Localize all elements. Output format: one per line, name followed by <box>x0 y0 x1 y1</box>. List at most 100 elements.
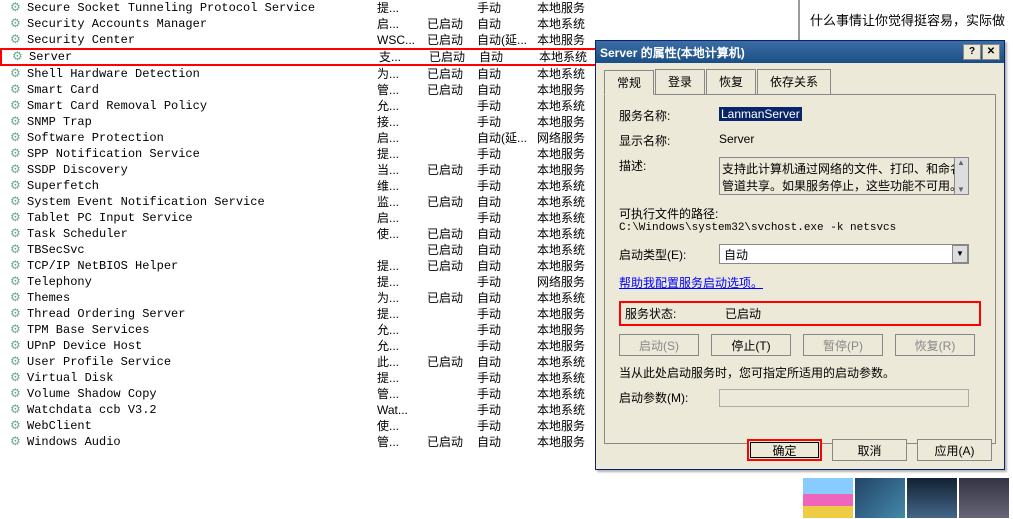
tab-body: 服务名称: LanmanServer 显示名称: Server 描述: 支持此计… <box>604 94 996 444</box>
service-startup: 手动 <box>477 274 537 290</box>
gear-icon <box>10 355 24 369</box>
service-desc: 管... <box>377 386 427 402</box>
gear-icon <box>10 195 24 209</box>
label-exe-path: 可执行文件的路径: <box>619 205 981 222</box>
service-status: 已启动 <box>427 354 477 370</box>
service-startup: 手动 <box>477 146 537 162</box>
service-startup: 手动 <box>477 210 537 226</box>
service-name: Windows Audio <box>27 434 377 450</box>
label-display-name: 显示名称: <box>619 132 719 149</box>
gear-icon <box>10 131 24 145</box>
gear-icon <box>10 403 24 417</box>
service-desc: 为... <box>377 66 427 82</box>
thumbnail[interactable] <box>959 478 1009 518</box>
service-desc: 启... <box>377 210 427 226</box>
resume-button[interactable]: 恢复(R) <box>895 334 975 356</box>
service-desc: 提... <box>377 258 427 274</box>
scrollbar[interactable] <box>954 158 968 194</box>
service-logon: 本地系统 <box>537 16 607 32</box>
service-status: 已启动 <box>427 434 477 450</box>
service-desc: 允... <box>377 98 427 114</box>
service-desc: 提... <box>377 370 427 386</box>
ok-button[interactable]: 确定 <box>747 439 822 461</box>
startup-type-combo[interactable]: 自动 ▼ <box>719 244 969 264</box>
service-name: SSDP Discovery <box>27 162 377 178</box>
service-status: 已启动 <box>427 16 477 32</box>
service-logon: 本地服务 <box>537 0 607 16</box>
thumbnail[interactable] <box>855 478 905 518</box>
tab-dependencies[interactable]: 依存关系 <box>757 69 831 94</box>
service-desc: 管... <box>377 434 427 450</box>
close-icon[interactable]: ✕ <box>982 44 1000 60</box>
service-startup: 手动 <box>477 402 537 418</box>
status-row: 服务状态: 已启动 <box>619 301 981 326</box>
service-row[interactable]: Secure Socket Tunneling Protocol Service… <box>0 0 798 16</box>
service-name: User Profile Service <box>27 354 377 370</box>
service-name: Shell Hardware Detection <box>27 66 377 82</box>
service-desc: 启... <box>377 130 427 146</box>
gear-icon <box>10 291 24 305</box>
gear-icon <box>10 387 24 401</box>
service-desc: Wat... <box>377 402 427 418</box>
side-title[interactable]: 什么事情让你觉得挺容易，实际做 <box>802 0 1013 39</box>
service-name: Smart Card <box>27 82 377 98</box>
label-status: 服务状态: <box>625 305 725 322</box>
service-name: Server <box>29 49 379 65</box>
service-startup: 手动 <box>477 338 537 354</box>
service-name: Security Center <box>27 32 377 48</box>
service-desc: 当... <box>377 162 427 178</box>
tab-logon[interactable]: 登录 <box>655 69 705 94</box>
service-startup: 手动 <box>477 370 537 386</box>
service-desc: 此... <box>377 354 427 370</box>
service-name: TBSecSvc <box>27 242 377 258</box>
gear-icon <box>10 1 24 15</box>
service-name: TCP/IP NetBIOS Helper <box>27 258 377 274</box>
gear-icon <box>10 33 24 47</box>
service-status: 已启动 <box>427 194 477 210</box>
tab-general[interactable]: 常规 <box>604 70 654 95</box>
value-service-name: LanmanServer <box>719 107 802 121</box>
service-startup: 手动 <box>477 98 537 114</box>
gear-icon <box>10 339 24 353</box>
service-startup: 自动 <box>477 82 537 98</box>
service-startup: 自动 <box>477 290 537 306</box>
gear-icon <box>10 307 24 321</box>
service-name: WebClient <box>27 418 377 434</box>
service-desc: 支... <box>379 49 429 65</box>
service-status: 已启动 <box>427 258 477 274</box>
pause-button[interactable]: 暂停(P) <box>803 334 883 356</box>
service-name: TPM Base Services <box>27 322 377 338</box>
gear-icon <box>10 419 24 433</box>
service-row[interactable]: Security Accounts Manager启...已启动自动本地系统 <box>0 16 798 32</box>
service-desc: 维... <box>377 178 427 194</box>
help-link[interactable]: 帮助我配置服务启动选项。 <box>619 276 763 290</box>
service-startup: 自动 <box>477 66 537 82</box>
titlebar[interactable]: Server 的属性(本地计算机) ? ✕ <box>596 41 1004 63</box>
service-desc: 提... <box>377 274 427 290</box>
thumbnail[interactable] <box>907 478 957 518</box>
service-name: UPnP Device Host <box>27 338 377 354</box>
value-display-name: Server <box>719 132 981 146</box>
service-startup: 自动 <box>477 226 537 242</box>
service-startup: 自动 <box>477 258 537 274</box>
apply-button[interactable]: 应用(A) <box>917 439 992 461</box>
start-button[interactable]: 启动(S) <box>619 334 699 356</box>
gear-icon <box>10 163 24 177</box>
gear-icon <box>10 83 24 97</box>
service-startup: 自动 <box>477 354 537 370</box>
thumbnail[interactable] <box>803 478 853 518</box>
service-startup: 手动 <box>477 386 537 402</box>
service-name: Task Scheduler <box>27 226 377 242</box>
service-name: Superfetch <box>27 178 377 194</box>
service-name: Tablet PC Input Service <box>27 210 377 226</box>
tab-recovery[interactable]: 恢复 <box>706 69 756 94</box>
description-box[interactable]: 支持此计算机通过网络的文件、打印、和命名管道共享。如果服务停止，这些功能不可用。 <box>719 157 969 195</box>
cancel-button[interactable]: 取消 <box>832 439 907 461</box>
service-status: 已启动 <box>427 82 477 98</box>
stop-button[interactable]: 停止(T) <box>711 334 791 356</box>
service-startup: 手动 <box>477 114 537 130</box>
help-icon[interactable]: ? <box>963 44 981 60</box>
gear-icon <box>10 243 24 257</box>
service-status: 已启动 <box>427 290 477 306</box>
chevron-down-icon[interactable]: ▼ <box>952 245 968 263</box>
